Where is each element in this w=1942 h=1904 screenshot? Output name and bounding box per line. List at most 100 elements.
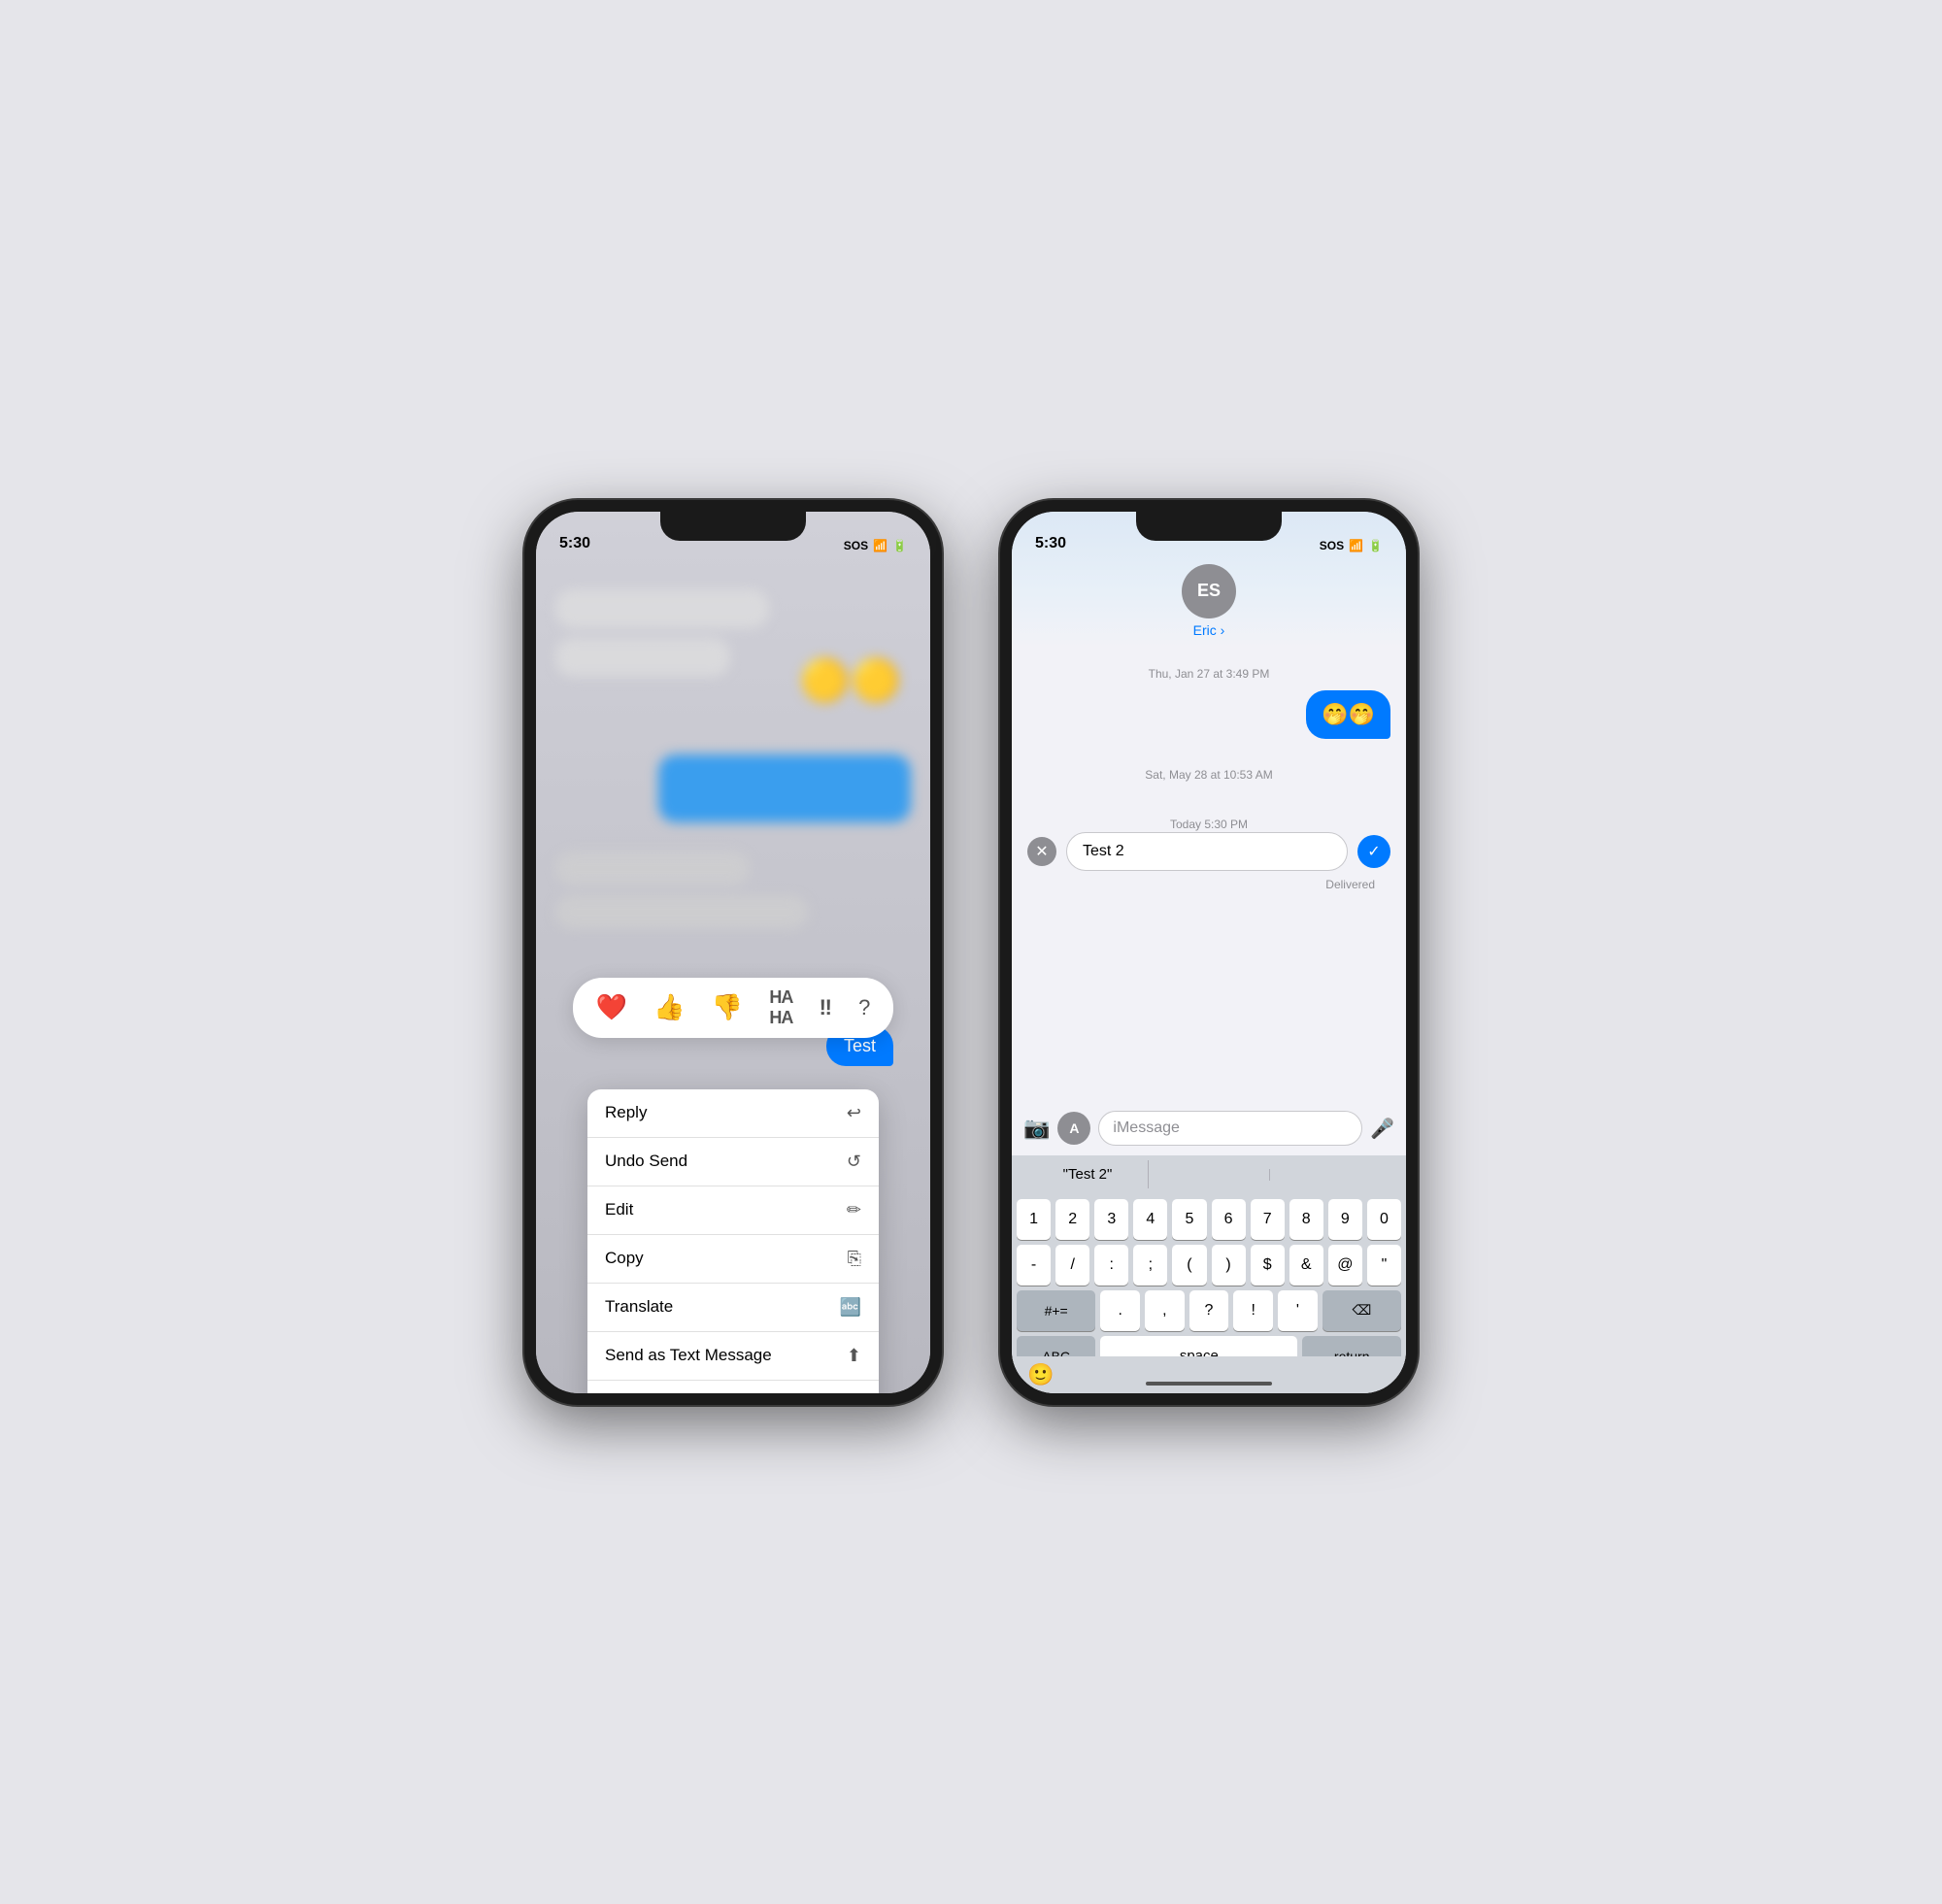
- key-question[interactable]: ?: [1189, 1290, 1229, 1331]
- key-semicolon[interactable]: ;: [1133, 1245, 1167, 1286]
- wifi-icon-2: 📶: [1349, 539, 1363, 552]
- key-backspace[interactable]: ⌫: [1323, 1290, 1401, 1331]
- menu-translate-label: Translate: [605, 1297, 673, 1317]
- edit-cancel-button[interactable]: ✕: [1027, 837, 1056, 866]
- key-comma[interactable]: ,: [1145, 1290, 1185, 1331]
- key-rparen[interactable]: ): [1212, 1245, 1246, 1286]
- menu-edit-icon: ✏: [847, 1200, 861, 1220]
- reaction-heart[interactable]: ❤️: [596, 992, 627, 1022]
- phone-2-screen: 5:30 SOS 📶 🔋 ES Eric Thu, Jan 27 at 3:49…: [1012, 512, 1406, 1393]
- reaction-bar[interactable]: ❤️ 👍 👎 HAHA ‼ ?: [573, 978, 893, 1038]
- camera-icon[interactable]: 📷: [1023, 1116, 1050, 1141]
- appstore-icon[interactable]: A: [1057, 1112, 1090, 1145]
- keyboard-row-numbers: 1 2 3 4 5 6 7 8 9 0: [1012, 1194, 1406, 1240]
- key-2[interactable]: 2: [1055, 1199, 1089, 1240]
- menu-reply-label: Reply: [605, 1103, 647, 1122]
- menu-copy-label: Copy: [605, 1249, 644, 1268]
- key-9[interactable]: 9: [1328, 1199, 1362, 1240]
- reaction-haha[interactable]: HAHA: [769, 987, 792, 1028]
- home-indicator-2: [1146, 1382, 1272, 1386]
- reaction-exclamation[interactable]: ‼: [820, 995, 832, 1020]
- autocomplete-item-2[interactable]: [1149, 1169, 1270, 1181]
- sos-label-1: SOS: [844, 539, 868, 552]
- menu-copy[interactable]: Copy ⎘: [587, 1235, 879, 1284]
- menu-more[interactable]: More... ⋯: [587, 1381, 879, 1393]
- key-colon[interactable]: :: [1094, 1245, 1128, 1286]
- autocomplete-bar: "Test 2": [1012, 1155, 1406, 1194]
- key-hash-plus-eq[interactable]: #+=: [1017, 1290, 1095, 1331]
- notch-1: [660, 512, 806, 541]
- menu-send-text[interactable]: Send as Text Message ⬆: [587, 1332, 879, 1381]
- autocomplete-item-1[interactable]: "Test 2": [1027, 1160, 1149, 1188]
- key-3[interactable]: 3: [1094, 1199, 1128, 1240]
- blur-bubble-gray1: [555, 852, 750, 885]
- reaction-thumbsup[interactable]: 👍: [653, 992, 685, 1022]
- key-at[interactable]: @: [1328, 1245, 1362, 1286]
- status-icons-1: SOS 📶 🔋: [844, 539, 907, 552]
- sos-label-2: SOS: [1320, 539, 1344, 552]
- key-dollar[interactable]: $: [1251, 1245, 1285, 1286]
- reaction-thumbsdown[interactable]: 👎: [712, 992, 743, 1022]
- menu-translate-icon: 🔤: [840, 1297, 861, 1318]
- emoji-picker-icon[interactable]: 🙂: [1027, 1362, 1054, 1387]
- menu-reply[interactable]: Reply ↩: [587, 1089, 879, 1138]
- context-menu: Reply ↩ Undo Send ↺ Edit ✏ Copy ⎘ Transl…: [587, 1089, 879, 1393]
- menu-undo-send[interactable]: Undo Send ↺: [587, 1138, 879, 1186]
- edit-input-field[interactable]: Test 2: [1066, 832, 1348, 871]
- timestamp-today: Today 5:30 PM: [1012, 818, 1406, 831]
- menu-undo-send-label: Undo Send: [605, 1152, 687, 1171]
- key-exclaim[interactable]: !: [1233, 1290, 1273, 1331]
- messages-area: Thu, Jan 27 at 3:49 PM 🤭🤭 Sat, May 28 at…: [1012, 648, 1406, 1102]
- blur-bubble-2: [555, 638, 730, 677]
- menu-undo-send-icon: ↺: [847, 1152, 861, 1172]
- edit-confirm-button[interactable]: ✓: [1357, 835, 1390, 868]
- emoji-bubble: 🤭🤭: [1306, 690, 1390, 739]
- blur-emoji: 🟡🟡: [799, 657, 901, 705]
- key-4[interactable]: 4: [1133, 1199, 1167, 1240]
- delivered-label: Delivered: [1325, 878, 1390, 891]
- key-8[interactable]: 8: [1289, 1199, 1323, 1240]
- notch-2: [1136, 512, 1282, 541]
- mic-icon[interactable]: 🎤: [1370, 1117, 1394, 1141]
- key-minus[interactable]: -: [1017, 1245, 1051, 1286]
- key-apostrophe[interactable]: ': [1278, 1290, 1318, 1331]
- menu-reply-icon: ↩: [847, 1103, 861, 1123]
- contact-name[interactable]: Eric: [1193, 622, 1225, 638]
- blur-bubble-gray2: [555, 895, 808, 929]
- menu-translate[interactable]: Translate 🔤: [587, 1284, 879, 1332]
- imessage-input[interactable]: iMessage: [1098, 1111, 1362, 1146]
- status-icons-2: SOS 📶 🔋: [1320, 539, 1383, 552]
- key-period[interactable]: .: [1100, 1290, 1140, 1331]
- key-lparen[interactable]: (: [1172, 1245, 1206, 1286]
- menu-send-text-icon: ⬆: [847, 1346, 861, 1366]
- key-7[interactable]: 7: [1251, 1199, 1285, 1240]
- key-1[interactable]: 1: [1017, 1199, 1051, 1240]
- key-amp[interactable]: &: [1289, 1245, 1323, 1286]
- key-6[interactable]: 6: [1212, 1199, 1246, 1240]
- timestamp-1: Thu, Jan 27 at 3:49 PM: [1027, 667, 1390, 681]
- keyboard-row-symbols: - / : ; ( ) $ & @ ": [1012, 1240, 1406, 1286]
- reaction-question[interactable]: ?: [858, 995, 870, 1020]
- key-quote[interactable]: ": [1367, 1245, 1401, 1286]
- phone-2: 5:30 SOS 📶 🔋 ES Eric Thu, Jan 27 at 3:49…: [1000, 500, 1418, 1405]
- autocomplete-item-3[interactable]: [1270, 1169, 1390, 1181]
- keyboard-row-3: #+= . , ? ! ' ⌫: [1012, 1286, 1406, 1331]
- emoji-message: 🤭🤭: [1027, 690, 1390, 739]
- contact-avatar[interactable]: ES: [1182, 564, 1236, 618]
- key-slash[interactable]: /: [1055, 1245, 1089, 1286]
- keyboard: 1 2 3 4 5 6 7 8 9 0 - / : ; ( ) $ &: [1012, 1194, 1406, 1393]
- phone-1: 5:30 SOS 📶 🔋 🟡🟡 ❤️ 👍 👎 HAHA ‼ ?: [524, 500, 942, 1405]
- battery-icon-1: 🔋: [892, 539, 907, 552]
- blurred-chat: 🟡🟡: [536, 560, 930, 1007]
- menu-edit-label: Edit: [605, 1200, 633, 1219]
- blur-bubble-1: [555, 589, 769, 628]
- menu-edit[interactable]: Edit ✏: [587, 1186, 879, 1235]
- time-2: 5:30: [1035, 535, 1066, 552]
- menu-copy-icon: ⎘: [848, 1249, 861, 1269]
- wifi-icon-1: 📶: [873, 539, 887, 552]
- time-1: 5:30: [559, 535, 590, 552]
- key-0[interactable]: 0: [1367, 1199, 1401, 1240]
- key-5[interactable]: 5: [1172, 1199, 1206, 1240]
- phone-1-screen: 5:30 SOS 📶 🔋 🟡🟡 ❤️ 👍 👎 HAHA ‼ ?: [536, 512, 930, 1393]
- edit-row: ✕ Test 2 ✓: [1027, 832, 1390, 871]
